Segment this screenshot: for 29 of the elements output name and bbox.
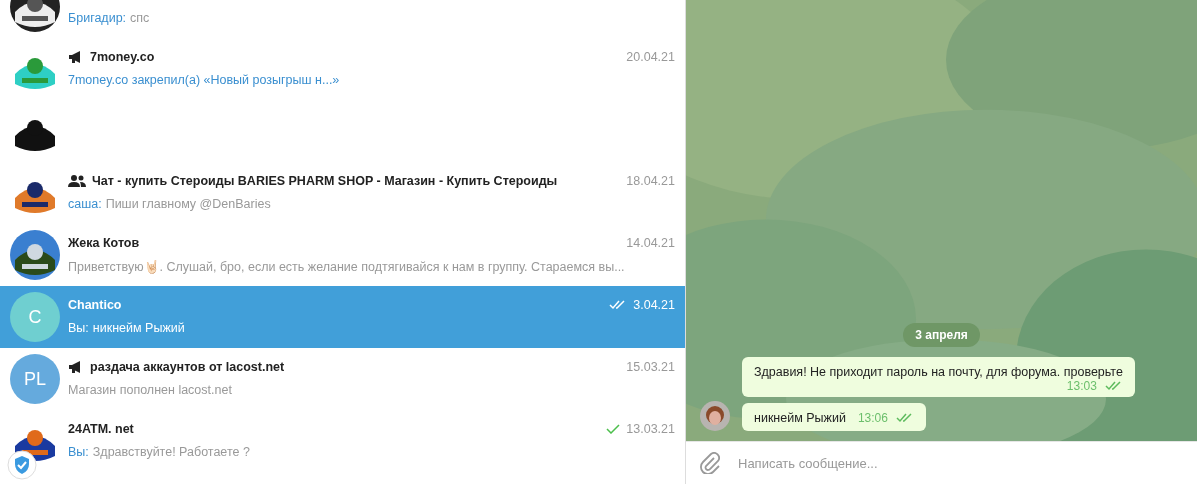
chat-item[interactable]: Чат - купить Стероиды BARIES PHARM SHOP - Магазин - Купить Стероиды 18.04.21 саша: Пиши главному @DenBaries [0,162,685,224]
chat-item[interactable]: PL раздача аккаунтов от lacost.net 15.03.21 Магазин пополнен lacost.net [0,348,685,410]
chat-date: 14.04.21 [626,236,675,250]
message-preview: Приветствую🤘🏻. Слушай, бро, если есть желание подтягивайся к нам в группу. Стараемся вы... [68,259,626,275]
chat-name: Жека Котов [68,236,140,250]
chat-name: 7money.co [90,50,155,64]
message-preview: Вы: никнейм Рыжий [68,321,186,337]
message-preview: Магазин пополнен lacost.net [68,383,233,399]
chat-item[interactable]: 7money.co 20.04.21 7money.co закрепил(а) «Новый розыгрыш н...» [0,38,685,100]
message-preview: 7money.co закрепил(а) «Новый розыгрыш н...» [68,73,341,89]
chat-name: Чат - купить Стероиды BARIES PHARM SHOP - Магазин - Купить Стероиды [92,174,558,188]
message-preview: саша: Пиши главному @DenBaries [68,197,272,213]
avatar: C [10,292,60,342]
paperclip-icon[interactable] [700,452,720,474]
shield-icon[interactable] [7,450,37,480]
chat-date: 15.03.21 [626,360,675,374]
chat-name: раздача аккаунтов от lacost.net [90,360,285,374]
chat-item[interactable]: Жека Котов 14.04.21 Приветствую🤘🏻. Слушай, бро, если есть желание подтягивайся к нам в группу. Стараемся вы... [0,224,685,286]
message-preview: Бригадир: спс [68,11,151,27]
chat-date: 3.04.21 [633,298,675,312]
chat-date: 20.04.21 [626,50,675,64]
chat-item[interactable]: Бригадир: спс [0,0,685,38]
chat-name: 24ATM. net [68,422,134,436]
people-icon [68,175,86,187]
chat-name: Chantico [68,298,122,312]
message-preview: Вы: Здравствуйте! Работаете ? [68,445,251,461]
chat-date: 18.04.21 [626,174,675,188]
avatar: PL [10,354,60,404]
chat-date: 13.03.21 [626,422,675,436]
